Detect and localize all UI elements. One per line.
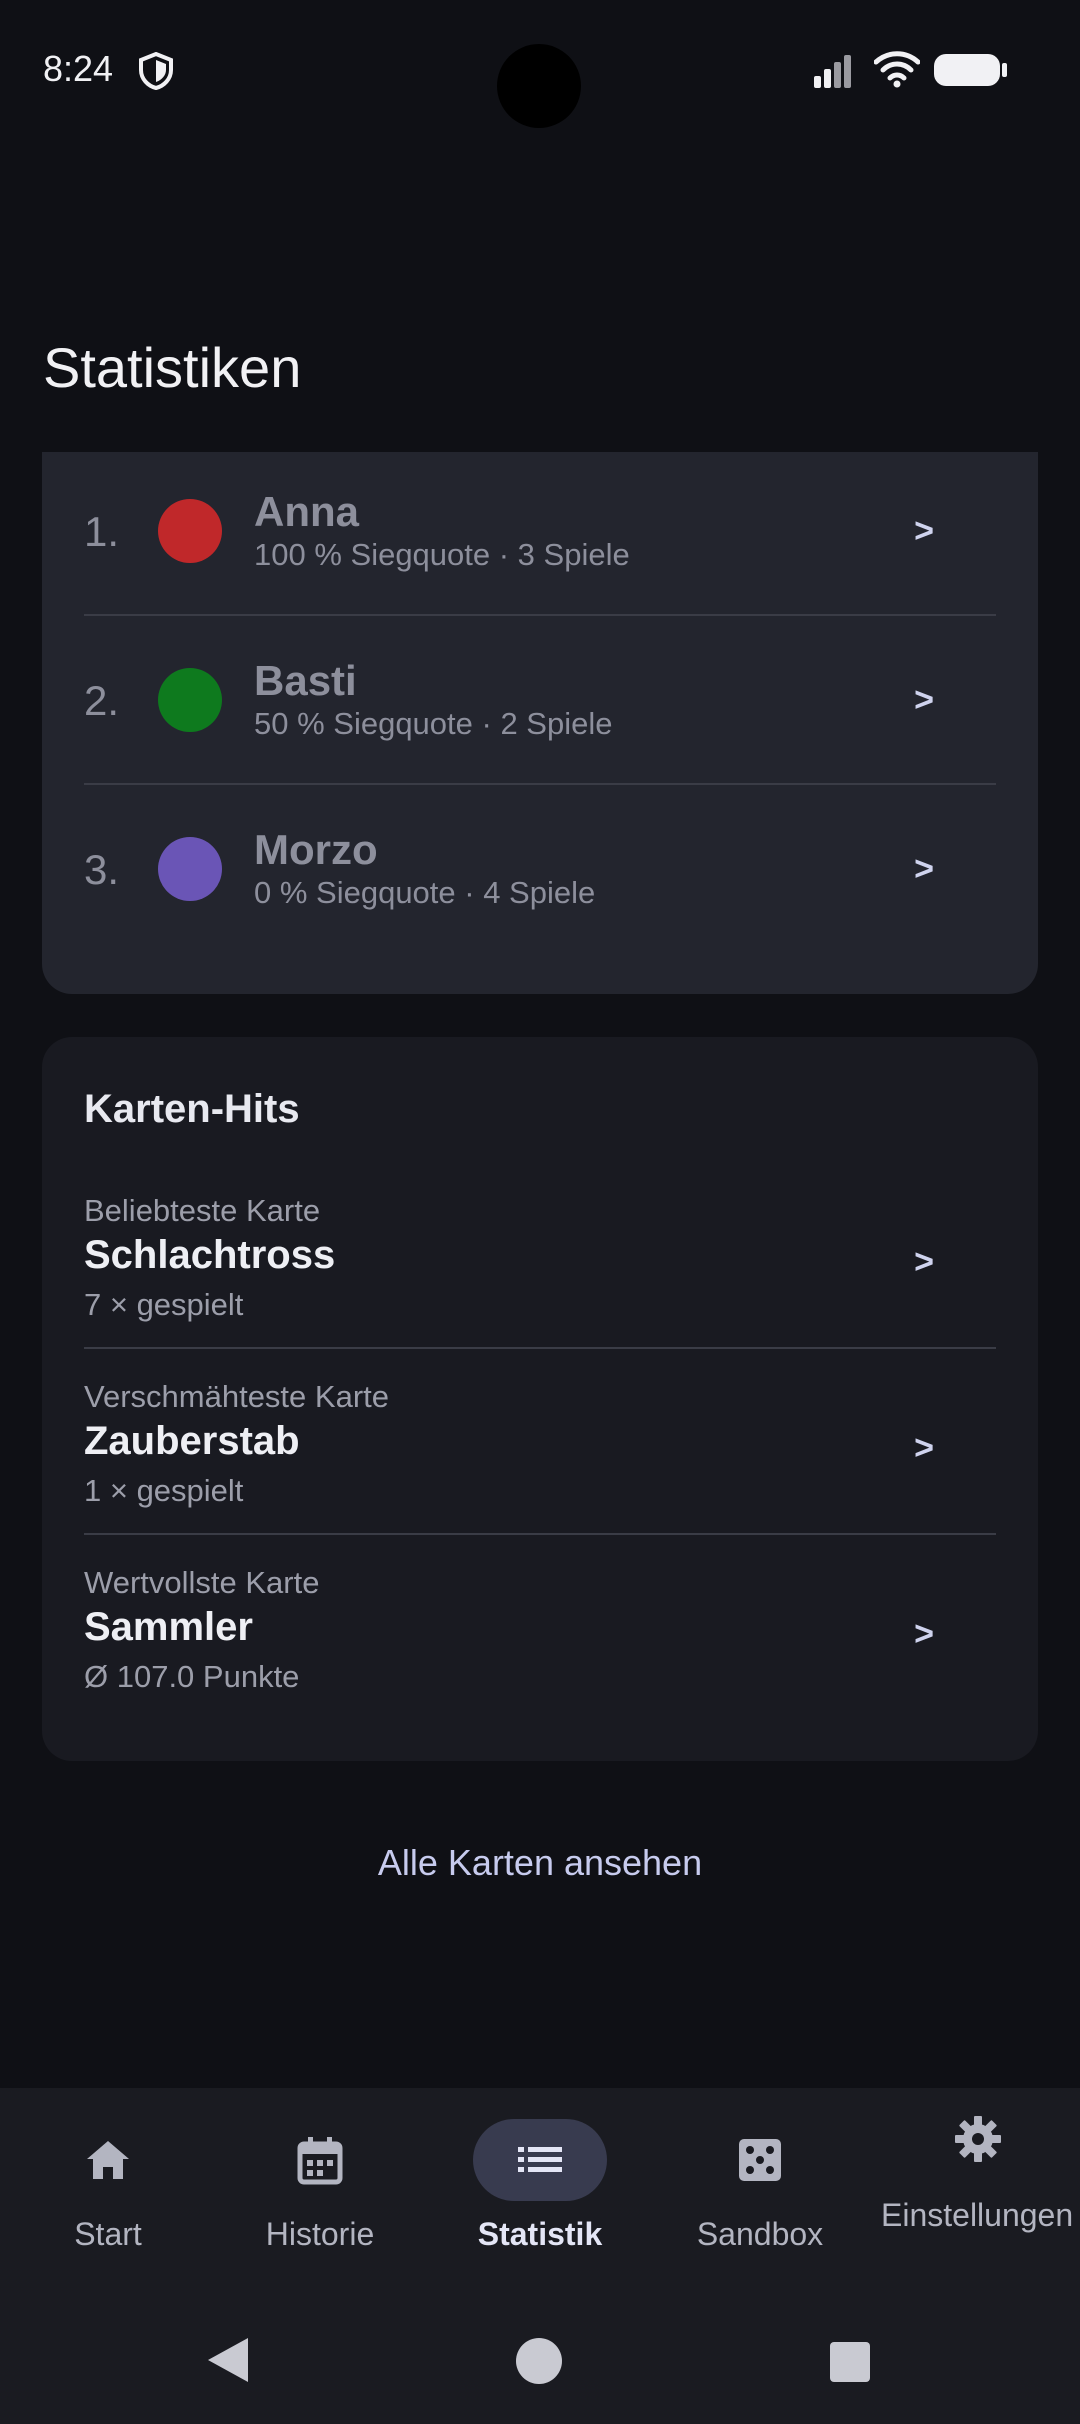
chevron-right-icon: > (914, 512, 934, 550)
nav-item-sandbox[interactable]: Sandbox (652, 2088, 868, 2328)
shield-icon (139, 52, 173, 90)
home-icon (87, 2141, 129, 2179)
chevron-right-icon: > (914, 1243, 934, 1281)
battery-icon (934, 54, 1007, 86)
nav-label: Historie (265, 2216, 375, 2252)
nav-label: Einstellungen (881, 2197, 1074, 2233)
player-stats: 50 % Siegquote · 2 Spiele (254, 706, 613, 741)
page-title: Statistiken (43, 336, 302, 399)
player-color-dot (158, 499, 222, 563)
system-home-button[interactable] (516, 2338, 562, 2384)
list-icon (518, 2147, 562, 2172)
dice-icon (739, 2139, 781, 2181)
wifi-icon (874, 51, 920, 88)
chevron-right-icon: > (914, 1615, 934, 1653)
hit-stat: Ø 107.0 Punkte (84, 1659, 300, 1694)
hit-stat: 7 × gespielt (84, 1287, 244, 1322)
chevron-right-icon: > (914, 1429, 934, 1467)
hit-label: Verschmähteste Karte (84, 1379, 389, 1414)
player-color-dot (158, 837, 222, 901)
player-row[interactable]: 2. Basti 50 % Siegquote · 2 Spiele > (84, 621, 996, 789)
signal-icon (814, 55, 851, 88)
hit-card-name: Zauberstab (84, 1419, 300, 1463)
player-name: Basti (254, 657, 357, 704)
nav-label: Sandbox (696, 2216, 824, 2252)
system-recents-button[interactable] (830, 2342, 870, 2382)
calendar-icon (297, 2137, 343, 2185)
player-stats: 100 % Siegquote · 3 Spiele (254, 537, 630, 572)
card-hit-row[interactable]: Beliebteste Karte Schlachtross 7 × gespi… (84, 1171, 996, 1355)
camera-cutout (497, 44, 581, 128)
hit-card-name: Sammler (84, 1605, 253, 1649)
chevron-right-icon: > (914, 681, 934, 719)
hit-card-name: Schlachtross (84, 1233, 336, 1277)
player-rank: 2. (84, 677, 120, 724)
divider (84, 614, 996, 616)
all-cards-button[interactable]: Alle Karten ansehen (0, 1842, 1080, 1884)
hit-label: Beliebteste Karte (84, 1193, 321, 1228)
divider (84, 1533, 996, 1535)
nav-label: Start (74, 2216, 142, 2252)
player-rank: 3. (84, 846, 120, 893)
player-rank: 1. (84, 508, 120, 555)
status-bar: 8:24 (0, 0, 1080, 140)
hit-label: Wertvollste Karte (84, 1565, 320, 1600)
player-color-dot (158, 668, 222, 732)
status-time: 8:24 (43, 48, 114, 89)
section-title: Karten-Hits (84, 1087, 300, 1131)
chevron-right-icon: > (914, 850, 934, 888)
divider (84, 783, 996, 785)
bottom-navigation: Start Historie Statistik Sandbox Einstel… (0, 2088, 1080, 2424)
player-row[interactable]: 1. Anna 100 % Siegquote · 3 Spiele > (84, 452, 996, 620)
nav-item-start[interactable]: Start (0, 2088, 216, 2328)
player-name: Morzo (254, 826, 378, 873)
system-back-icon[interactable] (206, 2336, 250, 2384)
nav-item-einstellungen[interactable]: Einstellungen (869, 2088, 1080, 2328)
gear-icon (955, 2116, 1001, 2162)
card-hit-row[interactable]: Verschmähteste Karte Zauberstab 1 × gesp… (84, 1357, 996, 1541)
hit-stat: 1 × gespielt (84, 1473, 244, 1508)
nav-item-statistik[interactable]: Statistik (432, 2088, 648, 2328)
card-hits-card: Karten-Hits Beliebteste Karte Schlachtro… (42, 1037, 1038, 1761)
player-name: Anna (254, 488, 359, 535)
nav-label: Statistik (477, 2216, 603, 2252)
nav-item-historie[interactable]: Historie (212, 2088, 428, 2328)
player-row[interactable]: 3. Morzo 0 % Siegquote · 4 Spiele > (84, 790, 996, 958)
leaderboard-card: 1. Anna 100 % Siegquote · 3 Spiele > 2. … (42, 452, 1038, 994)
divider (84, 1347, 996, 1349)
card-hit-row[interactable]: Wertvollste Karte Sammler Ø 107.0 Punkte… (84, 1543, 996, 1727)
player-stats: 0 % Siegquote · 4 Spiele (254, 875, 596, 910)
